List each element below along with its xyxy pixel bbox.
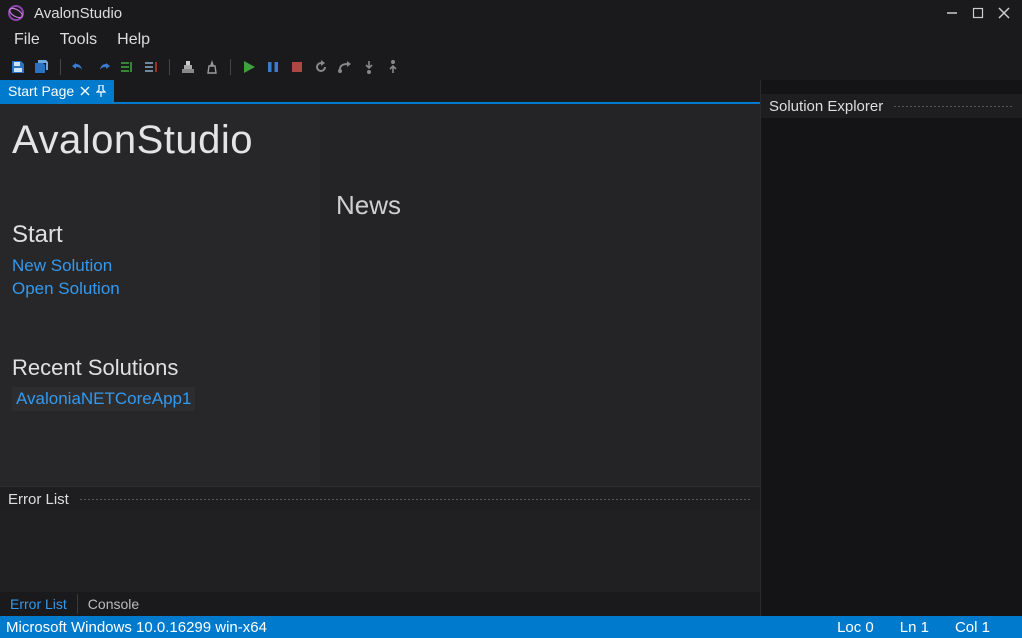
status-col: Col 1: [955, 619, 990, 636]
start-page-left-column: AvalonStudio Start New Solution Open Sol…: [0, 104, 320, 486]
stop-icon[interactable]: [287, 57, 307, 77]
error-list-title: Error List: [8, 491, 69, 508]
maximize-button[interactable]: [966, 3, 990, 23]
open-solution-link[interactable]: Open Solution: [12, 278, 308, 301]
save-all-icon[interactable]: [32, 57, 52, 77]
close-tab-icon[interactable]: [80, 86, 90, 96]
step-over-icon[interactable]: [335, 57, 355, 77]
step-into-icon[interactable]: [359, 57, 379, 77]
menu-tools[interactable]: Tools: [50, 29, 107, 51]
error-list-panel: Error List Error List Console: [0, 486, 760, 616]
document-tabstrip: Start Page: [0, 80, 760, 104]
bottom-tab-console[interactable]: Console: [78, 594, 149, 614]
app-logo-icon: [6, 3, 26, 23]
status-os: Microsoft Windows 10.0.16299 win-x64: [6, 619, 267, 636]
solution-explorer-header[interactable]: Solution Explorer: [761, 94, 1022, 118]
run-icon[interactable]: [239, 57, 259, 77]
start-page-title: AvalonStudio: [12, 118, 308, 163]
close-button[interactable]: [992, 3, 1016, 23]
bottom-tab-error-list[interactable]: Error List: [0, 594, 78, 614]
build-icon[interactable]: [178, 57, 198, 77]
pause-icon[interactable]: [263, 57, 283, 77]
undo-icon[interactable]: [69, 57, 89, 77]
recent-solutions-heading: Recent Solutions: [12, 355, 308, 381]
start-page-right-column: News: [320, 104, 760, 486]
new-solution-link[interactable]: New Solution: [12, 255, 308, 278]
save-icon[interactable]: [8, 57, 28, 77]
step-out-icon[interactable]: [383, 57, 403, 77]
error-list-body: [0, 511, 760, 592]
main-area: Start Page AvalonStudio Start New Soluti…: [0, 80, 1022, 616]
clean-icon[interactable]: [202, 57, 222, 77]
minimize-button[interactable]: [940, 3, 964, 23]
uncomment-icon[interactable]: [141, 57, 161, 77]
bottom-tab-bar: Error List Console: [0, 592, 760, 616]
pin-tab-icon[interactable]: [96, 85, 106, 97]
comment-icon[interactable]: [117, 57, 137, 77]
menu-file[interactable]: File: [4, 29, 50, 51]
app-window: AvalonStudio File Tools Help: [0, 0, 1022, 638]
grip-dots-icon: [79, 499, 752, 500]
solution-explorer-title: Solution Explorer: [769, 98, 883, 115]
start-heading: Start: [12, 221, 308, 249]
restart-icon[interactable]: [311, 57, 331, 77]
menu-help[interactable]: Help: [107, 29, 160, 51]
tab-label: Start Page: [8, 83, 74, 99]
toolbar: [0, 54, 1022, 80]
status-ln: Ln 1: [900, 619, 929, 636]
tab-start-page[interactable]: Start Page: [0, 80, 114, 102]
editor-column: Start Page AvalonStudio Start New Soluti…: [0, 80, 760, 616]
titlebar: AvalonStudio: [0, 0, 1022, 26]
news-heading: News: [336, 190, 760, 221]
redo-icon[interactable]: [93, 57, 113, 77]
menubar: File Tools Help: [0, 26, 1022, 54]
error-list-header[interactable]: Error List: [0, 487, 760, 511]
start-page: AvalonStudio Start New Solution Open Sol…: [0, 104, 760, 486]
status-loc: Loc 0: [837, 619, 874, 636]
recent-solution-item[interactable]: AvaloniaNETCoreApp1: [12, 387, 195, 411]
solution-explorer-panel: Solution Explorer: [760, 80, 1022, 616]
app-title: AvalonStudio: [34, 5, 122, 22]
status-bar: Microsoft Windows 10.0.16299 win-x64 Loc…: [0, 616, 1022, 638]
grip-dots-icon: [893, 106, 1014, 107]
solution-explorer-body: [761, 118, 1022, 616]
